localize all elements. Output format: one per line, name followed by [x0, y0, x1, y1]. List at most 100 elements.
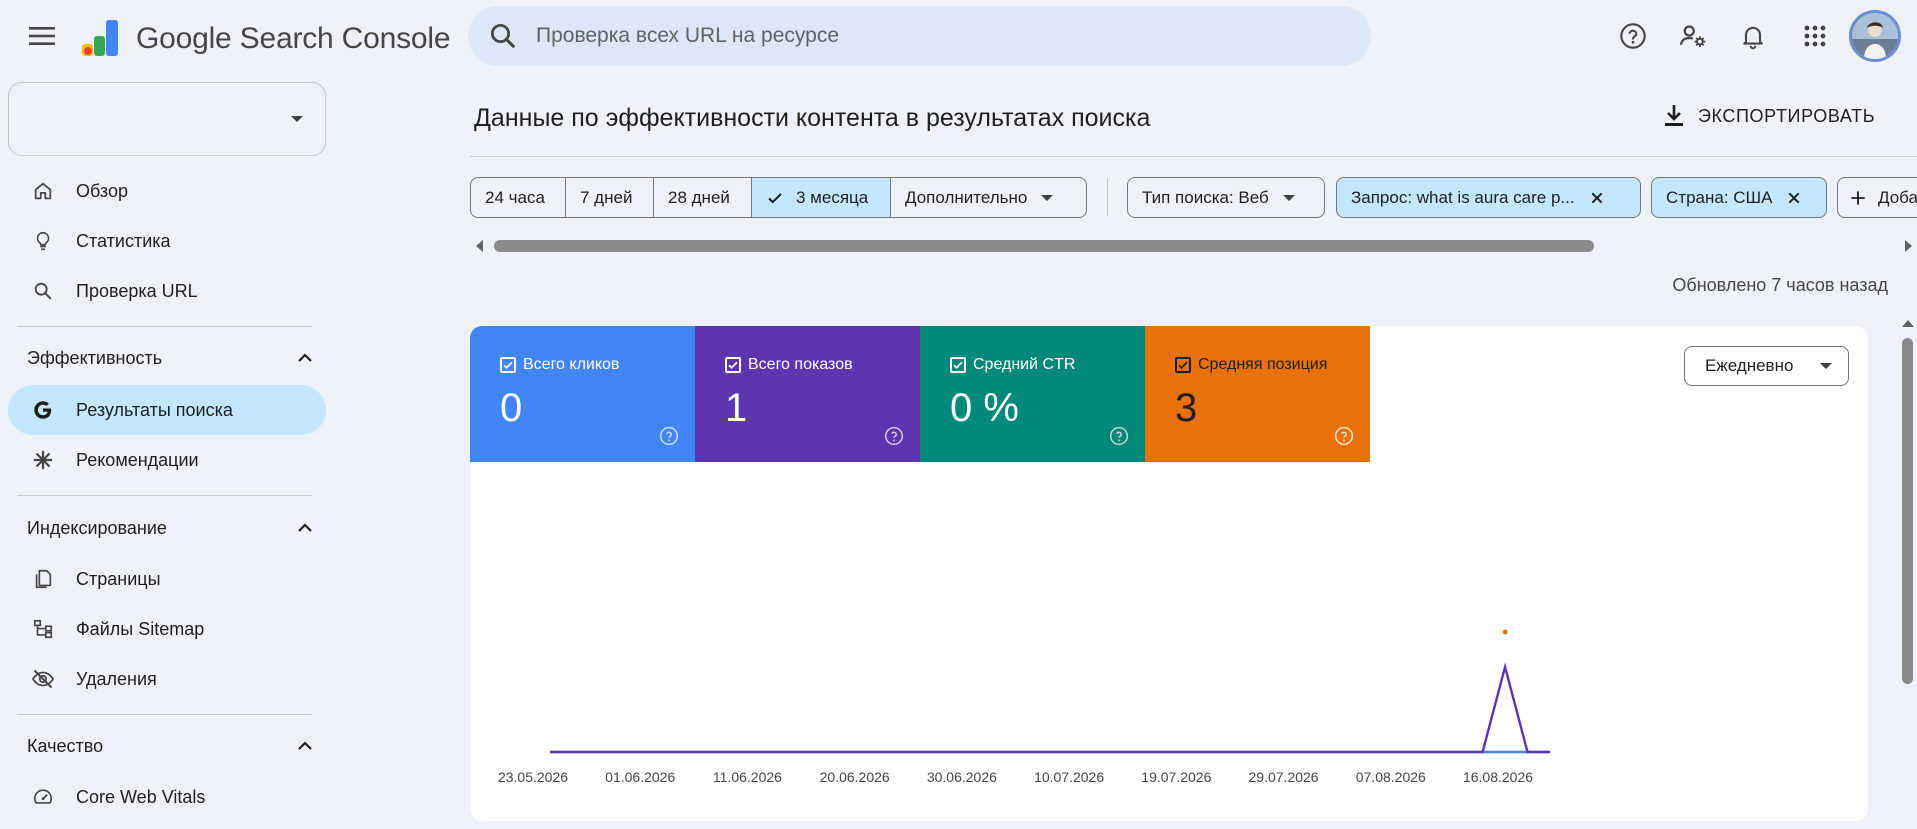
- scroll-left-icon[interactable]: [476, 240, 483, 252]
- range-label: 7 дней: [580, 187, 633, 207]
- menu-button[interactable]: [22, 18, 62, 54]
- metric-total-impressions[interactable]: Всего показов 1: [695, 326, 920, 462]
- caret-down-icon: [291, 116, 303, 122]
- x-tick-label: 01.06.2026: [605, 769, 675, 785]
- chart-series-line: [550, 662, 1550, 754]
- search-console-logo: [82, 20, 118, 56]
- metric-value: 1: [725, 386, 748, 430]
- brand-title: Google Search Console: [136, 22, 451, 55]
- visibility-off-icon: [30, 666, 56, 692]
- x-tick-label: 11.06.2026: [713, 769, 782, 785]
- sidebar-item-label: Рекомендации: [76, 449, 199, 470]
- section-quality[interactable]: Качество: [27, 726, 317, 766]
- plus-icon: [1851, 190, 1865, 205]
- search-icon: [30, 278, 56, 304]
- section-title: Индексирование: [27, 517, 167, 538]
- scroll-up-icon[interactable]: [1902, 320, 1914, 327]
- section-indexing[interactable]: Индексирование: [27, 508, 317, 548]
- range-3m[interactable]: 3 месяца: [751, 177, 891, 218]
- filter-country[interactable]: Страна: США: [1651, 177, 1827, 218]
- vertical-scrollbar[interactable]: [1898, 320, 1917, 829]
- metric-label: Всего кликов: [523, 356, 620, 373]
- filter-label: Тип поиска: Веб: [1142, 187, 1269, 207]
- sidebar-item-label: Удаления: [76, 668, 157, 689]
- section-performance[interactable]: Эффективность: [27, 338, 317, 378]
- close-icon[interactable]: [1589, 190, 1605, 206]
- help-icon[interactable]: [659, 426, 679, 446]
- range-more[interactable]: Дополнительно: [890, 177, 1087, 218]
- x-tick-label: 19.07.2026: [1141, 769, 1211, 785]
- chevron-up-icon: [298, 523, 312, 532]
- search-bar[interactable]: [468, 6, 1371, 66]
- sidebar-item-pages[interactable]: Страницы: [8, 554, 326, 604]
- lightbulb-icon: [30, 228, 56, 254]
- sidebar-item-statistics[interactable]: Статистика: [8, 216, 326, 266]
- avatar[interactable]: [1849, 10, 1901, 62]
- performance-chart: 23.05.2026 01.06.2026 11.06.2026 20.06.2026…: [498, 629, 1550, 785]
- export-button[interactable]: ЭКСПОРТИРОВАТЬ: [1662, 98, 1875, 134]
- sidebar-item-recommendations[interactable]: Рекомендации: [8, 435, 326, 485]
- checkbox-checked-icon: [725, 357, 741, 373]
- bell-icon: [1743, 26, 1763, 50]
- help-icon[interactable]: [1109, 426, 1129, 446]
- chevron-up-icon: [298, 741, 312, 750]
- help-icon[interactable]: [1334, 426, 1354, 446]
- filter-search-type[interactable]: Тип поиска: Веб: [1127, 177, 1325, 218]
- search-input[interactable]: [536, 24, 1316, 48]
- metric-value: 0 %: [950, 386, 1019, 430]
- menu-icon: [29, 27, 55, 45]
- add-filter-button[interactable]: Доба: [1837, 177, 1917, 218]
- apps-icon: [1804, 25, 1826, 47]
- filter-label: Запрос: what is aura care p...: [1351, 187, 1575, 207]
- metric-average-position[interactable]: Средняя позиция 3: [1145, 326, 1370, 462]
- sidebar-item-label: Core Web Vitals: [76, 786, 206, 807]
- range-7d[interactable]: 7 дней: [565, 177, 654, 218]
- metric-average-ctr[interactable]: Средний CTR 0 %: [920, 326, 1145, 462]
- sidebar-item-sitemaps[interactable]: Файлы Sitemap: [8, 604, 326, 654]
- scroll-right-icon[interactable]: [1905, 240, 1912, 252]
- metric-total-clicks[interactable]: Всего кликов 0: [470, 326, 695, 462]
- checkbox-checked-icon: [1175, 357, 1191, 373]
- updated-status: Обновлено 7 часов назад: [1672, 275, 1888, 295]
- metric-label: Средний CTR: [973, 356, 1076, 373]
- help-icon: [1620, 23, 1646, 49]
- horizontal-scrollbar[interactable]: [470, 236, 1917, 256]
- add-filter-label: Доба: [1878, 187, 1917, 207]
- help-icon[interactable]: [884, 426, 904, 446]
- filter-query[interactable]: Запрос: what is aura care p...: [1336, 177, 1641, 218]
- range-24h[interactable]: 24 часа: [470, 177, 566, 218]
- close-icon[interactable]: [1786, 190, 1802, 206]
- divider: [1107, 178, 1108, 216]
- page-title: Данные по эффективности контента в резул…: [474, 104, 1151, 132]
- property-selector[interactable]: [8, 82, 326, 156]
- x-tick-label: 29.07.2026: [1249, 769, 1319, 785]
- avatar-image: [1852, 13, 1898, 59]
- sidebar-item-search-results[interactable]: Результаты поиска: [8, 385, 326, 435]
- frequency-label: Ежедневно: [1705, 356, 1794, 375]
- x-tick-label: 20.06.2026: [820, 769, 890, 785]
- help-button[interactable]: [1614, 17, 1652, 55]
- scrollbar-thumb[interactable]: [1902, 338, 1913, 684]
- range-28d[interactable]: 28 дней: [653, 177, 752, 218]
- sidebar-item-removals[interactable]: Удаления: [8, 654, 326, 704]
- sidebar-item-core-web-vitals[interactable]: Core Web Vitals: [8, 772, 326, 822]
- frequency-select[interactable]: Ежедневно: [1684, 346, 1849, 386]
- settings-button[interactable]: [1674, 17, 1712, 55]
- divider: [470, 156, 1917, 157]
- apps-button[interactable]: [1796, 17, 1834, 55]
- divider: [17, 326, 312, 327]
- sidebar-item-url-inspection[interactable]: Проверка URL: [8, 266, 326, 316]
- sidebar-item-overview[interactable]: Обзор: [8, 166, 326, 216]
- download-icon: [1665, 105, 1683, 126]
- performance-card: Всего кликов 0 Всего показов 1 Средний C…: [470, 326, 1868, 821]
- x-tick-label: 23.05.2026: [498, 769, 568, 785]
- caret-down-icon: [1820, 363, 1832, 369]
- speed-icon: [30, 784, 56, 810]
- scrollbar-thumb[interactable]: [494, 240, 1594, 252]
- sidebar-item-label: Файлы Sitemap: [76, 618, 205, 639]
- sidebar-item-label: Обзор: [76, 180, 128, 201]
- metric-label: Всего показов: [748, 356, 853, 373]
- notifications-button[interactable]: [1734, 17, 1772, 55]
- caret-down-icon: [1041, 194, 1054, 201]
- chart-point: [1502, 629, 1508, 635]
